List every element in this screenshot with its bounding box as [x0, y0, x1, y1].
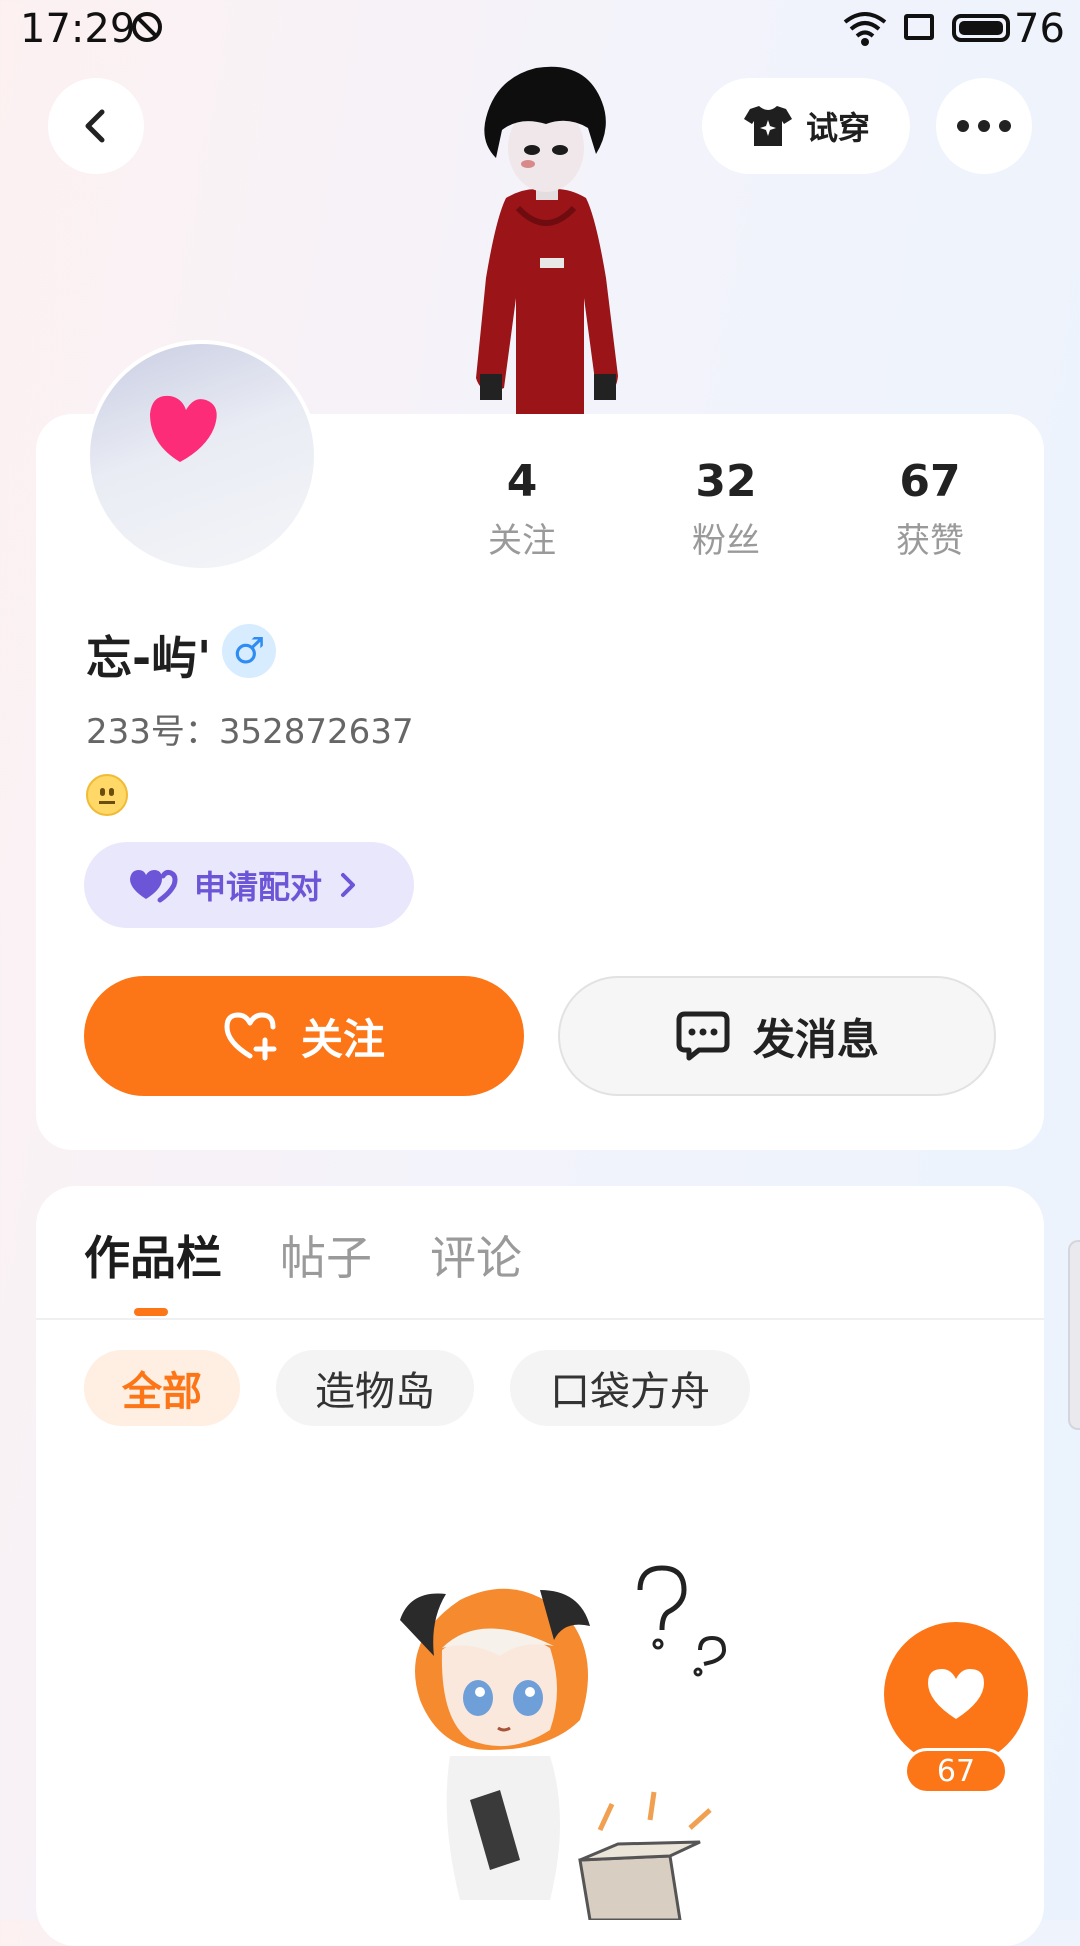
- pair-hearts-icon: [130, 869, 178, 903]
- avatar[interactable]: [86, 340, 318, 572]
- send-message-label: 发消息: [752, 1014, 879, 1064]
- followers-label: 粉丝: [692, 521, 760, 561]
- wifi-icon: [843, 12, 887, 46]
- gender-male-icon: ♂: [222, 624, 276, 678]
- likes-label: 获赞: [896, 521, 964, 561]
- like-button[interactable]: [884, 1622, 1028, 1766]
- likes-stat[interactable]: 67 获赞: [860, 456, 1000, 562]
- shirt-icon: [743, 106, 792, 146]
- user-id: 233号：352872637: [86, 712, 414, 752]
- filter-pocket-ark[interactable]: 口袋方舟: [510, 1350, 750, 1426]
- followers-stat[interactable]: 32 粉丝: [656, 456, 796, 562]
- tab-divider: [36, 1318, 1044, 1320]
- following-stat[interactable]: 4 关注: [452, 456, 592, 562]
- sim-icon: [904, 14, 934, 40]
- apply-pair-button[interactable]: 申请配对: [84, 842, 414, 928]
- try-on-label: 试穿: [805, 109, 870, 147]
- chevron-right-icon: [341, 873, 356, 897]
- back-icon: [85, 109, 105, 143]
- try-on-button[interactable]: 试穿: [702, 78, 910, 174]
- filter-creation-island[interactable]: 造物岛: [276, 1350, 474, 1426]
- likes-count: 67: [899, 456, 961, 507]
- do-not-disturb-icon: [132, 12, 162, 42]
- following-count: 4: [506, 456, 538, 507]
- tab-comments[interactable]: 评论: [430, 1222, 522, 1288]
- follow-label: 关注: [300, 1014, 385, 1064]
- user-name: 忘-屿': [86, 631, 212, 685]
- heart-icon: [150, 395, 217, 462]
- tab-works[interactable]: 作品栏: [84, 1222, 222, 1288]
- active-tab-indicator: [134, 1308, 168, 1316]
- chat-icon: [676, 1011, 730, 1061]
- back-button[interactable]: [48, 78, 144, 174]
- tab-posts[interactable]: 帖子: [280, 1222, 372, 1288]
- avatar-character-image[interactable]: [456, 58, 636, 414]
- status-time: 17:29: [20, 6, 136, 52]
- heart-icon: [928, 1669, 984, 1719]
- followers-count: 32: [695, 456, 757, 507]
- more-button[interactable]: [936, 78, 1032, 174]
- side-drawer-handle[interactable]: [1068, 1240, 1080, 1430]
- like-count-badge: 67: [904, 1748, 1008, 1794]
- send-message-button[interactable]: 发消息: [558, 976, 996, 1096]
- following-label: 关注: [488, 521, 556, 561]
- apply-pair-label: 申请配对: [194, 868, 323, 906]
- more-icon: [957, 120, 1011, 132]
- empty-state-illustration: [400, 1565, 727, 1920]
- battery-icon: [952, 14, 1010, 42]
- follow-button[interactable]: 关注: [84, 976, 524, 1096]
- neutral-face-emoji-icon: [86, 774, 128, 816]
- status-bar: 17:29 76: [0, 0, 1080, 60]
- filter-all[interactable]: 全部: [84, 1350, 240, 1426]
- battery-percent: 76: [1014, 6, 1065, 52]
- heart-plus-icon: [224, 1012, 277, 1061]
